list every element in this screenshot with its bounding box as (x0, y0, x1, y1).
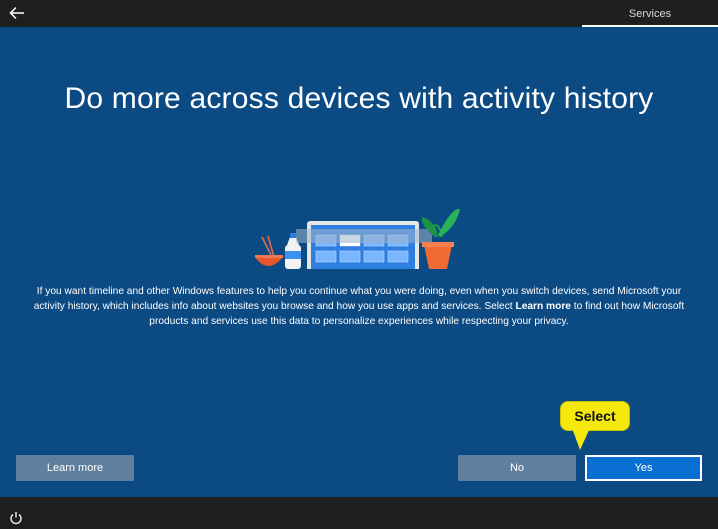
main-panel: Do more across devices with activity his… (0, 27, 718, 497)
section-tab-label: Services (628, 7, 672, 20)
description-text: If you want timeline and other Windows f… (33, 286, 685, 327)
back-button[interactable] (6, 3, 28, 23)
learn-more-button[interactable]: Learn more (16, 455, 134, 481)
bottom-bar (0, 497, 718, 529)
yes-button[interactable]: Yes (585, 455, 702, 481)
back-arrow-icon (9, 6, 24, 20)
devices-illustration (255, 208, 460, 269)
section-tab-services: Services (582, 0, 718, 27)
power-icon[interactable] (9, 511, 23, 525)
callout-tail-icon (572, 428, 590, 450)
select-callout: Select (560, 401, 630, 431)
laptop-icon (296, 221, 432, 269)
no-button[interactable]: No (458, 455, 576, 481)
learn-more-inline: Learn more (515, 301, 571, 312)
bowl-icon (255, 235, 283, 266)
page-title: Do more across devices with activity his… (64, 82, 654, 115)
top-bar: Services (0, 0, 718, 27)
